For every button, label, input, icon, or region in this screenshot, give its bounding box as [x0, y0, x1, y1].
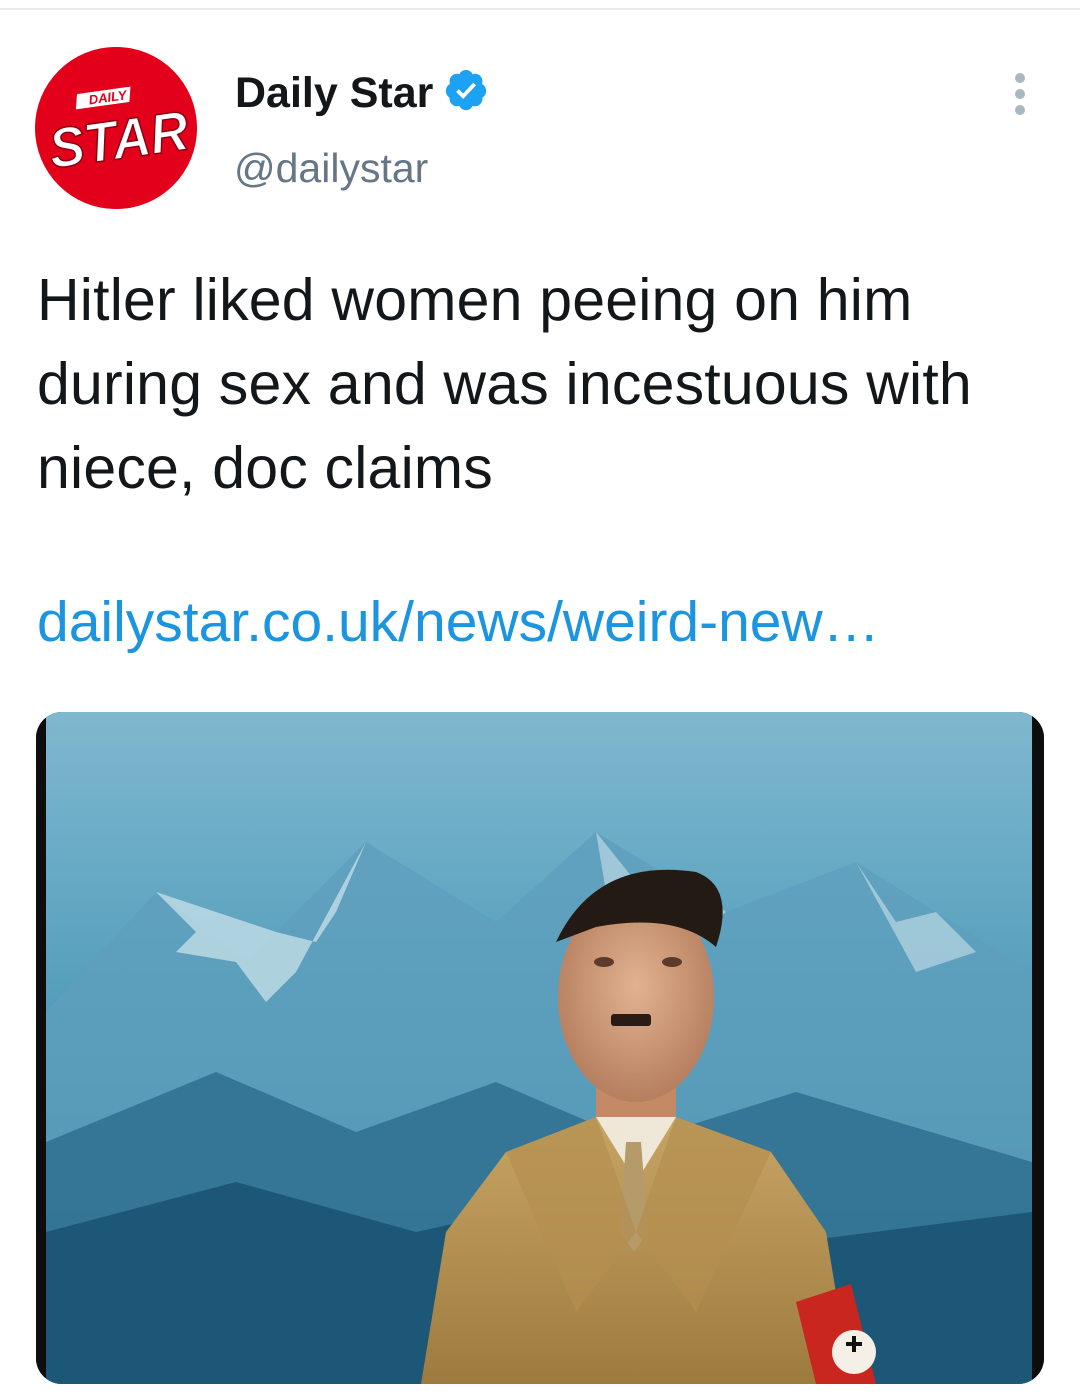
user-handle[interactable]: @dailystar	[234, 144, 428, 192]
photo-image	[36, 712, 1044, 1384]
article-link[interactable]: dailystar.co.uk/news/weird-new…	[37, 586, 880, 658]
verified-badge-icon	[445, 69, 487, 111]
tweet-text: Hitler liked women peeing on him during …	[37, 267, 972, 501]
daily-star-logo: DAILY STAR	[35, 47, 197, 209]
avatar[interactable]: DAILY STAR	[35, 47, 197, 209]
display-name[interactable]: Daily Star	[235, 68, 433, 118]
tweet-card[interactable]: DAILY STAR Daily Star @dailystar Hitler …	[0, 0, 1080, 1400]
more-options-icon[interactable]	[1003, 70, 1037, 120]
tweet-media-photo[interactable]	[36, 712, 1044, 1384]
